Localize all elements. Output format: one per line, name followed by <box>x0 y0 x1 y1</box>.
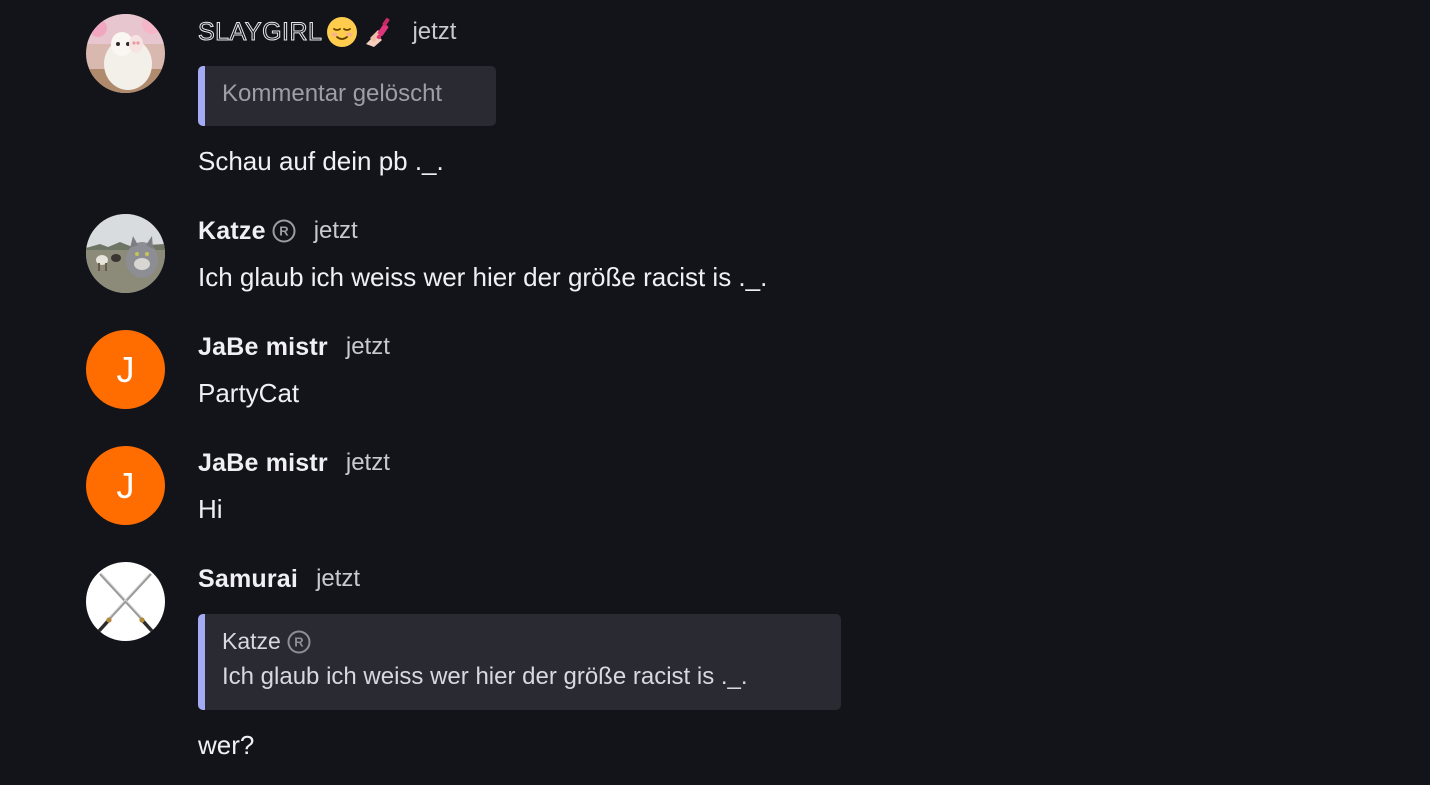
message-header: Samurai jetzt <box>198 563 360 595</box>
registered-icon: R <box>287 630 311 654</box>
cat-with-dogs-photo-avatar-image <box>86 214 165 293</box>
username[interactable]: JaBe mistr <box>198 333 328 362</box>
relieved-face-emoji-icon <box>326 16 358 48</box>
quote-author-name: Katze <box>222 628 281 654</box>
cat-photo-avatar-image <box>86 14 165 93</box>
message-header: JaBe mistr jetzt <box>198 447 390 479</box>
message-timestamp: jetzt <box>412 18 457 45</box>
crossed-swords-avatar-image <box>86 562 165 641</box>
user-avatar[interactable] <box>86 214 165 293</box>
message-timestamp: jetzt <box>316 565 361 592</box>
username[interactable]: Samurai <box>198 565 298 594</box>
user-avatar[interactable] <box>86 14 165 93</box>
username[interactable]: SLAYGIRL <box>197 17 322 47</box>
message-timestamp: jetzt <box>345 333 390 360</box>
username[interactable]: Katze <box>198 217 266 246</box>
message-text: Ich glaub ich weiss wer hier der größe r… <box>198 262 768 292</box>
deleted-comment-label: Kommentar gelöscht <box>222 80 443 107</box>
message-text: Hi <box>198 494 223 524</box>
nail-polish-emoji-icon <box>362 16 394 48</box>
message-text: PartyCat <box>198 378 300 408</box>
message-text: wer? <box>198 730 255 760</box>
registered-icon: R <box>272 219 296 243</box>
message-header: JaBe mistr jetzt <box>198 331 390 363</box>
message-header: SLAYGIRL jetzt <box>197 16 457 48</box>
message-text: Schau auf dein pb ._. <box>198 146 444 176</box>
svg-text:R: R <box>294 634 304 649</box>
letter-avatar[interactable]: J <box>86 446 165 525</box>
svg-text:R: R <box>279 224 289 239</box>
user-avatar[interactable] <box>86 562 165 641</box>
message-timestamp: jetzt <box>345 449 390 476</box>
letter-avatar[interactable]: J <box>86 330 165 409</box>
deleted-reply-quote[interactable]: Kommentar gelöscht <box>198 66 496 126</box>
quote-text: Ich glaub ich weiss wer hier der größe r… <box>222 663 748 690</box>
message-feed: SLAYGIRL jetzt Kommentar gelöscht Schau … <box>0 0 1430 785</box>
message-header: Katze R jetzt <box>198 215 358 247</box>
username[interactable]: JaBe mistr <box>198 449 328 478</box>
reply-quote[interactable]: Katze R Ich glaub ich weiss wer hier der… <box>198 614 841 710</box>
quote-author-row: Katze R <box>222 628 841 655</box>
message-timestamp: jetzt <box>313 217 358 244</box>
